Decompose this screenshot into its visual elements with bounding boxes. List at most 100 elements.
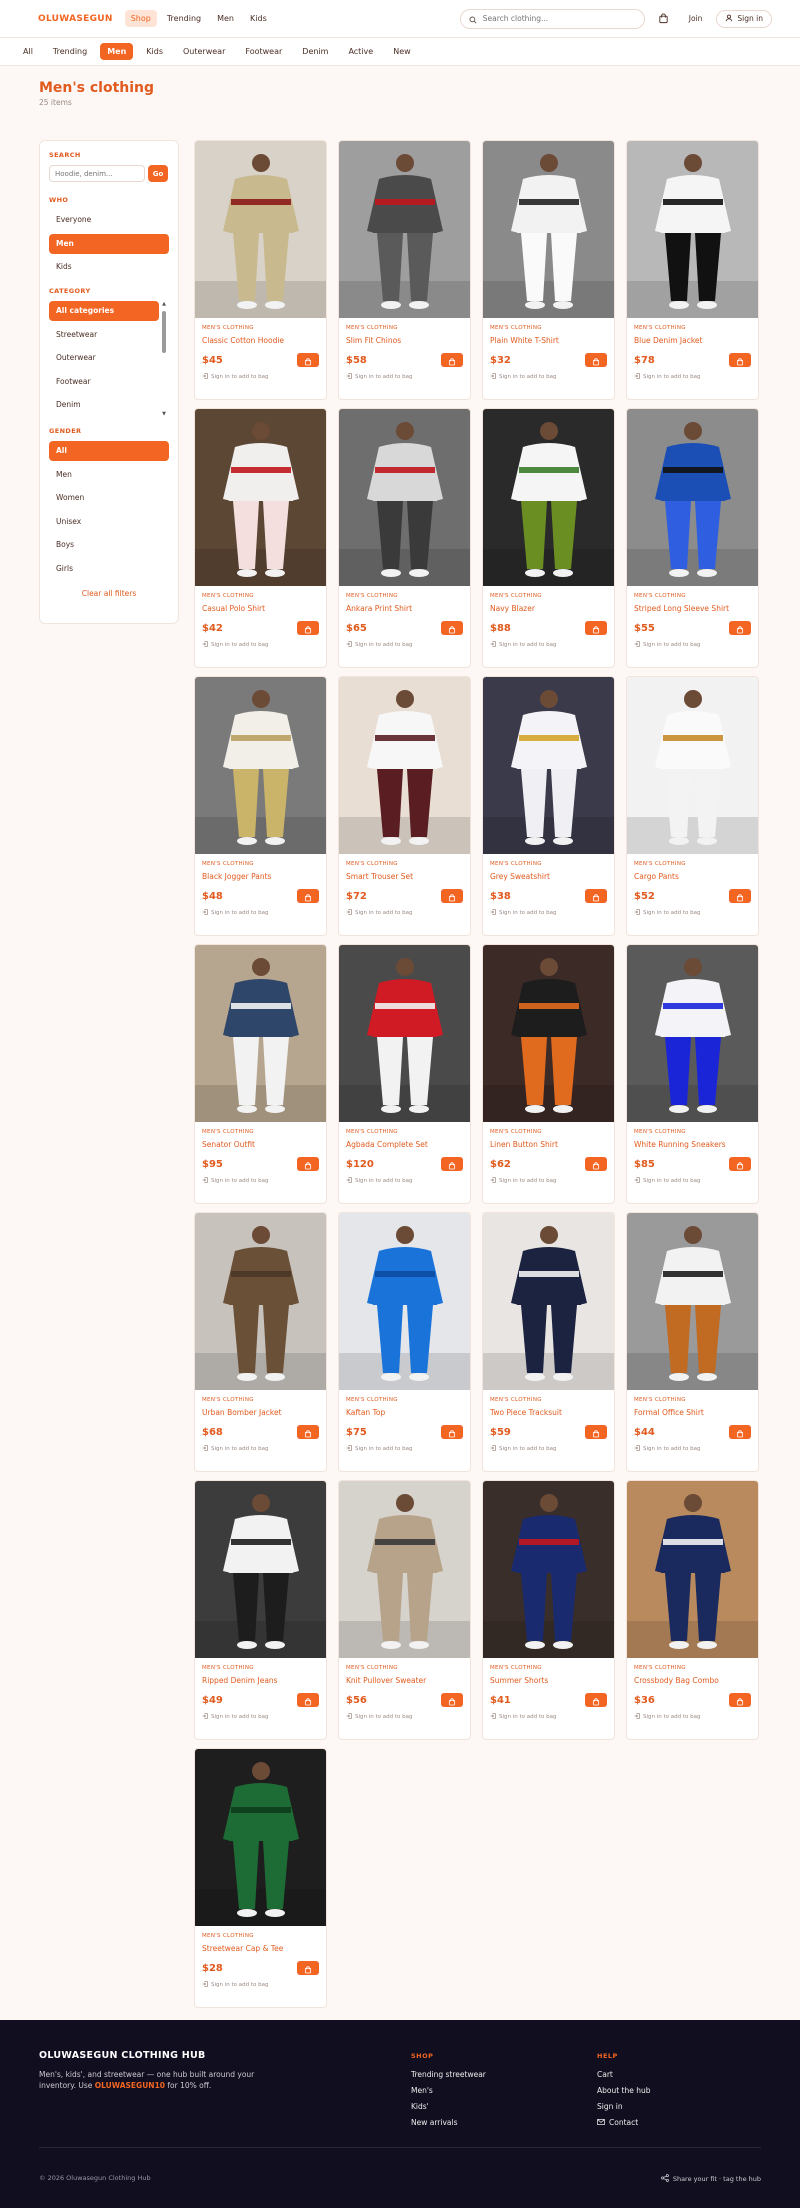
footer-link-contact[interactable]: Contact xyxy=(597,2118,651,2127)
product-image[interactable] xyxy=(339,1481,470,1658)
add-to-bag-button[interactable] xyxy=(585,1425,607,1439)
scroll-down-icon[interactable]: ▼ xyxy=(161,411,167,417)
product-image[interactable] xyxy=(339,677,470,854)
add-to-bag-button[interactable] xyxy=(297,1961,319,1975)
category-option-outerwear[interactable]: Outerwear xyxy=(49,348,159,368)
product-title[interactable]: Agbada Complete Set xyxy=(346,1140,463,1152)
search-go-button[interactable]: Go xyxy=(148,165,168,182)
site-logo[interactable]: OLUWASEGUN xyxy=(38,14,113,24)
product-title[interactable]: Grey Sweatshirt xyxy=(490,872,607,884)
add-to-bag-button[interactable] xyxy=(441,1693,463,1707)
gender-option-boys[interactable]: Boys xyxy=(49,535,169,555)
product-card[interactable]: MEN'S CLOTHING Classic Cotton Hoodie $45 Si… xyxy=(194,140,327,400)
category-tab-trending[interactable]: Trending xyxy=(46,43,94,60)
add-to-bag-button[interactable] xyxy=(297,889,319,903)
gender-option-men[interactable]: Men xyxy=(49,465,169,485)
product-title[interactable]: Cargo Pants xyxy=(634,872,751,884)
product-image[interactable] xyxy=(339,409,470,586)
product-title[interactable]: Kaftan Top xyxy=(346,1408,463,1420)
product-card[interactable]: MEN'S CLOTHING Linen Button Shirt $62 Sign … xyxy=(482,944,615,1204)
product-image[interactable] xyxy=(339,945,470,1122)
product-card[interactable]: MEN'S CLOTHING Smart Trouser Set $72 Sign i… xyxy=(338,676,471,936)
category-tab-footwear[interactable]: Footwear xyxy=(238,43,289,60)
add-to-bag-button[interactable] xyxy=(297,1693,319,1707)
product-card[interactable]: MEN'S CLOTHING Agbada Complete Set $120 Sig… xyxy=(338,944,471,1204)
product-image[interactable] xyxy=(627,141,758,318)
nav-kids[interactable]: Kids xyxy=(244,10,273,27)
signin-note[interactable]: Sign in to add to bag xyxy=(346,1713,463,1721)
product-image[interactable] xyxy=(195,141,326,318)
add-to-bag-button[interactable] xyxy=(297,1425,319,1439)
product-card[interactable]: MEN'S CLOTHING Senator Outfit $95 Sign in t… xyxy=(194,944,327,1204)
product-title[interactable]: Crossbody Bag Combo xyxy=(634,1676,751,1688)
nav-shop[interactable]: Shop xyxy=(124,10,157,27)
product-title[interactable]: Senator Outfit xyxy=(202,1140,319,1152)
product-title[interactable]: Slim Fit Chinos xyxy=(346,336,463,348)
signin-note[interactable]: Sign in to add to bag xyxy=(202,1445,319,1453)
product-image[interactable] xyxy=(483,1213,614,1390)
header-search-input[interactable] xyxy=(482,14,636,23)
signin-note[interactable]: Sign in to add to bag xyxy=(202,1177,319,1185)
product-image[interactable] xyxy=(483,677,614,854)
product-title[interactable]: Classic Cotton Hoodie xyxy=(202,336,319,348)
signin-button[interactable]: Sign in xyxy=(716,9,772,28)
signin-note[interactable]: Sign in to add to bag xyxy=(202,641,319,649)
product-image[interactable] xyxy=(339,1213,470,1390)
signin-note[interactable]: Sign in to add to bag xyxy=(202,909,319,917)
product-image[interactable] xyxy=(627,945,758,1122)
product-title[interactable]: Knit Pullover Sweater xyxy=(346,1676,463,1688)
category-tab-kids[interactable]: Kids xyxy=(139,43,170,60)
nav-men[interactable]: Men xyxy=(211,10,240,27)
footer-link-trending[interactable]: Trending streetwear xyxy=(411,2070,486,2079)
product-title[interactable]: Smart Trouser Set xyxy=(346,872,463,884)
product-card[interactable]: MEN'S CLOTHING Plain White T-Shirt $32 Sign… xyxy=(482,140,615,400)
signin-note[interactable]: Sign in to add to bag xyxy=(634,1177,751,1185)
product-image[interactable] xyxy=(195,1749,326,1926)
footer-link-cart[interactable]: Cart xyxy=(597,2070,651,2079)
add-to-bag-button[interactable] xyxy=(729,889,751,903)
add-to-bag-button[interactable] xyxy=(297,621,319,635)
product-title[interactable]: Striped Long Sleeve Shirt xyxy=(634,604,751,616)
signin-note[interactable]: Sign in to add to bag xyxy=(490,1713,607,1721)
signin-note[interactable]: Sign in to add to bag xyxy=(346,1445,463,1453)
footer-link-signin[interactable]: Sign in xyxy=(597,2102,651,2111)
gender-option-all[interactable]: All xyxy=(49,441,169,461)
product-title[interactable]: Casual Polo Shirt xyxy=(202,604,319,616)
product-image[interactable] xyxy=(195,945,326,1122)
bag-button[interactable] xyxy=(653,9,675,29)
add-to-bag-button[interactable] xyxy=(297,1157,319,1171)
add-to-bag-button[interactable] xyxy=(585,1157,607,1171)
footer-link-mens[interactable]: Men's xyxy=(411,2086,486,2095)
who-option-kids[interactable]: Kids xyxy=(49,257,169,277)
add-to-bag-button[interactable] xyxy=(441,353,463,367)
category-tab-outerwear[interactable]: Outerwear xyxy=(176,43,232,60)
add-to-bag-button[interactable] xyxy=(441,1157,463,1171)
gender-option-women[interactable]: Women xyxy=(49,488,169,508)
product-title[interactable]: Urban Bomber Jacket xyxy=(202,1408,319,1420)
signin-note[interactable]: Sign in to add to bag xyxy=(490,909,607,917)
footer-link-kids[interactable]: Kids' xyxy=(411,2102,486,2111)
signin-note[interactable]: Sign in to add to bag xyxy=(634,909,751,917)
add-to-bag-button[interactable] xyxy=(729,353,751,367)
product-image[interactable] xyxy=(195,677,326,854)
add-to-bag-button[interactable] xyxy=(585,621,607,635)
signin-note[interactable]: Sign in to add to bag xyxy=(346,909,463,917)
nav-trending[interactable]: Trending xyxy=(161,10,207,27)
add-to-bag-button[interactable] xyxy=(585,889,607,903)
product-card[interactable]: MEN'S CLOTHING Streetwear Cap & Tee $28 Sig… xyxy=(194,1748,327,2008)
product-card[interactable]: MEN'S CLOTHING Ripped Denim Jeans $49 Sign … xyxy=(194,1480,327,1740)
add-to-bag-button[interactable] xyxy=(441,1425,463,1439)
product-image[interactable] xyxy=(627,1213,758,1390)
product-card[interactable]: MEN'S CLOTHING Navy Blazer $88 Sign in to a… xyxy=(482,408,615,668)
product-title[interactable]: White Running Sneakers xyxy=(634,1140,751,1152)
product-card[interactable]: MEN'S CLOTHING Grey Sweatshirt $38 Sign in … xyxy=(482,676,615,936)
product-card[interactable]: MEN'S CLOTHING Cargo Pants $52 Sign in to a… xyxy=(626,676,759,936)
signin-note[interactable]: Sign in to add to bag xyxy=(634,1445,751,1453)
product-card[interactable]: MEN'S CLOTHING Summer Shorts $41 Sign in to… xyxy=(482,1480,615,1740)
product-title[interactable]: Blue Denim Jacket xyxy=(634,336,751,348)
product-card[interactable]: MEN'S CLOTHING Urban Bomber Jacket $68 Sign… xyxy=(194,1212,327,1472)
product-card[interactable]: MEN'S CLOTHING White Running Sneakers $85 S… xyxy=(626,944,759,1204)
signin-note[interactable]: Sign in to add to bag xyxy=(346,1177,463,1185)
product-card[interactable]: MEN'S CLOTHING Formal Office Shirt $44 Sign… xyxy=(626,1212,759,1472)
category-scrollbar[interactable]: ▲ ▼ xyxy=(161,301,167,417)
